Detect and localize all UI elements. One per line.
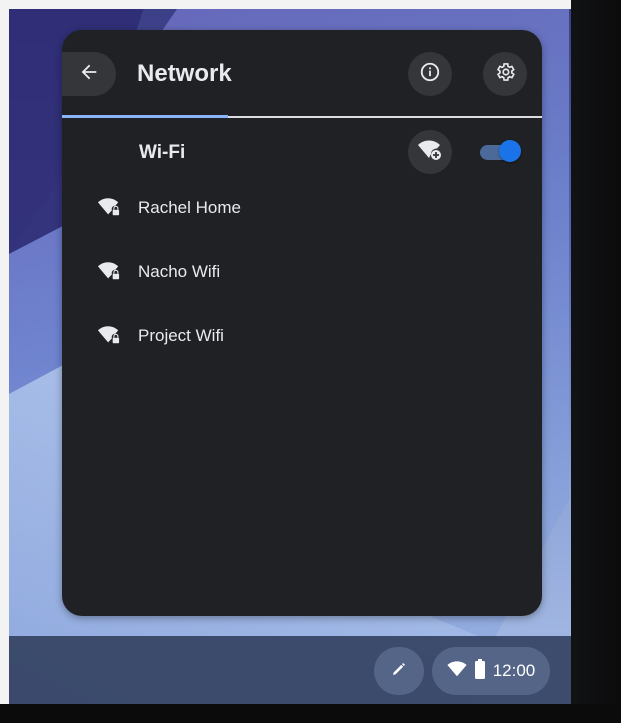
wifi-locked-icon [98, 324, 120, 346]
back-button[interactable] [62, 52, 116, 96]
wifi-icon [447, 660, 467, 682]
outer-background [0, 704, 621, 723]
network-settings-button[interactable] [483, 52, 527, 96]
battery-icon [474, 658, 485, 684]
stylus-tools-button[interactable] [374, 647, 424, 695]
network-name: Nacho Wifi [138, 262, 221, 281]
page-title: Network [137, 60, 232, 87]
status-area-button[interactable]: 12:00 [432, 647, 550, 695]
join-wifi-network-button[interactable] [408, 130, 452, 174]
outer-background [571, 0, 621, 723]
gear-icon [494, 61, 516, 88]
network-name: Rachel Home [138, 198, 241, 217]
clock-time: 12:00 [492, 661, 536, 680]
arrow-left-icon [78, 61, 100, 88]
wifi-locked-icon [98, 196, 120, 218]
info-icon [419, 61, 441, 88]
loading-indicator [62, 115, 228, 118]
network-name: Project Wifi [138, 326, 224, 345]
network-list-item[interactable]: Project Wifi [62, 306, 542, 362]
wifi-section-label: Wi-Fi [139, 142, 186, 163]
stylus-icon [390, 660, 408, 683]
network-list-item[interactable]: Nacho Wifi [62, 242, 542, 298]
network-info-button[interactable] [408, 52, 452, 96]
wifi-toggle[interactable] [480, 140, 522, 164]
toggle-knob [499, 140, 521, 162]
wifi-locked-icon [98, 260, 120, 282]
network-panel: Network Wi-Fi Rachel Home Nacho Wifi Pro… [62, 30, 542, 616]
wifi-add-icon [418, 139, 442, 166]
network-list-item[interactable]: Rachel Home [62, 178, 542, 234]
